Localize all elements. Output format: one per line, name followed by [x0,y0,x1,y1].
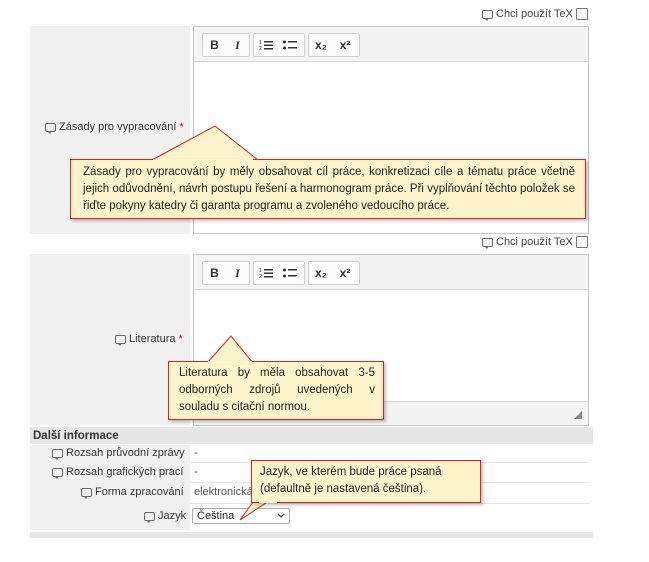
svg-text:2: 2 [259,46,262,51]
editor-toolbar: B I 12 x₂ x² [194,27,588,62]
callout-pointer-literatura [205,335,255,364]
list-group: 12 [253,33,305,57]
superscript-button[interactable]: x² [333,262,357,284]
italic-button[interactable]: I [226,262,249,284]
resize-handle-icon[interactable] [574,411,582,419]
numbered-list-icon: 12 [259,268,273,279]
section-heading-next [30,532,593,538]
tex-toggle-2[interactable]: Chci použít TeX [482,236,588,249]
tex-checkbox[interactable] [575,8,588,20]
tex-label: Chci použít TeX [496,236,573,248]
comment-icon[interactable] [115,334,126,346]
row-label-rozsah-pruvodni: Rozsah průvodní zprávy [52,447,185,460]
bullet-list-icon [283,40,297,50]
row-label-jazyk: Jazyk [144,510,186,523]
numbered-list-icon: 12 [259,40,273,51]
tex-toggle-1[interactable]: Chci použít TeX [482,8,588,21]
comment-icon[interactable] [81,487,92,499]
tex-label: Chci použít TeX [496,8,573,20]
svg-text:2: 2 [259,274,262,279]
tex-checkbox[interactable] [575,236,588,248]
comment-icon[interactable] [52,448,63,460]
subscript-button[interactable]: x₂ [309,262,333,284]
callout-jazyk: Jazyk, ve kterém bude práce psaná (defau… [251,460,481,503]
row-label-rozsah-grafickych: Rozsah grafických prací [52,466,183,479]
bold-button[interactable]: B [203,262,226,284]
editor-toolbar: B I 12 x₂ x² [194,255,588,290]
callout-literatura: Literatura by měla obsahovat 3-5 odborný… [168,361,384,420]
comment-icon [482,237,493,249]
list-group: 12 [253,261,305,285]
comment-icon[interactable] [52,467,63,479]
italic-button[interactable]: I [226,34,249,56]
bullet-list-icon [283,268,297,278]
section-heading-dalsi-informace: Další informace [30,427,593,444]
callout-pointer-join [208,361,252,363]
callout-pointer-join [259,501,277,503]
script-group: x₂ x² [308,261,360,285]
numbered-list-button[interactable]: 12 [254,34,278,56]
row-value-rozsah-grafickych: - [194,466,198,478]
comment-icon [482,9,493,21]
row-value-rozsah-pruvodni: - [194,447,198,459]
field-label-literatura: Literatura * [115,333,183,346]
callout-pointer-join [153,159,253,161]
comment-icon[interactable] [144,511,155,523]
bullet-list-button[interactable] [278,34,302,56]
row-label-forma-zpracovani: Forma zpracování [81,486,184,499]
superscript-button[interactable]: x² [333,34,357,56]
bullet-list-button[interactable] [278,262,302,284]
language-select-value: Čeština [197,510,235,522]
bold-button[interactable]: B [203,34,226,56]
comment-icon[interactable] [45,122,56,134]
script-group: x₂ x² [308,33,360,57]
numbered-list-button[interactable]: 12 [254,262,278,284]
format-group: B I [202,261,250,285]
format-group: B I [202,33,250,57]
callout-zasady: Zásady pro vypracování by měly obsahovat… [70,159,586,219]
subscript-button[interactable]: x₂ [309,34,333,56]
